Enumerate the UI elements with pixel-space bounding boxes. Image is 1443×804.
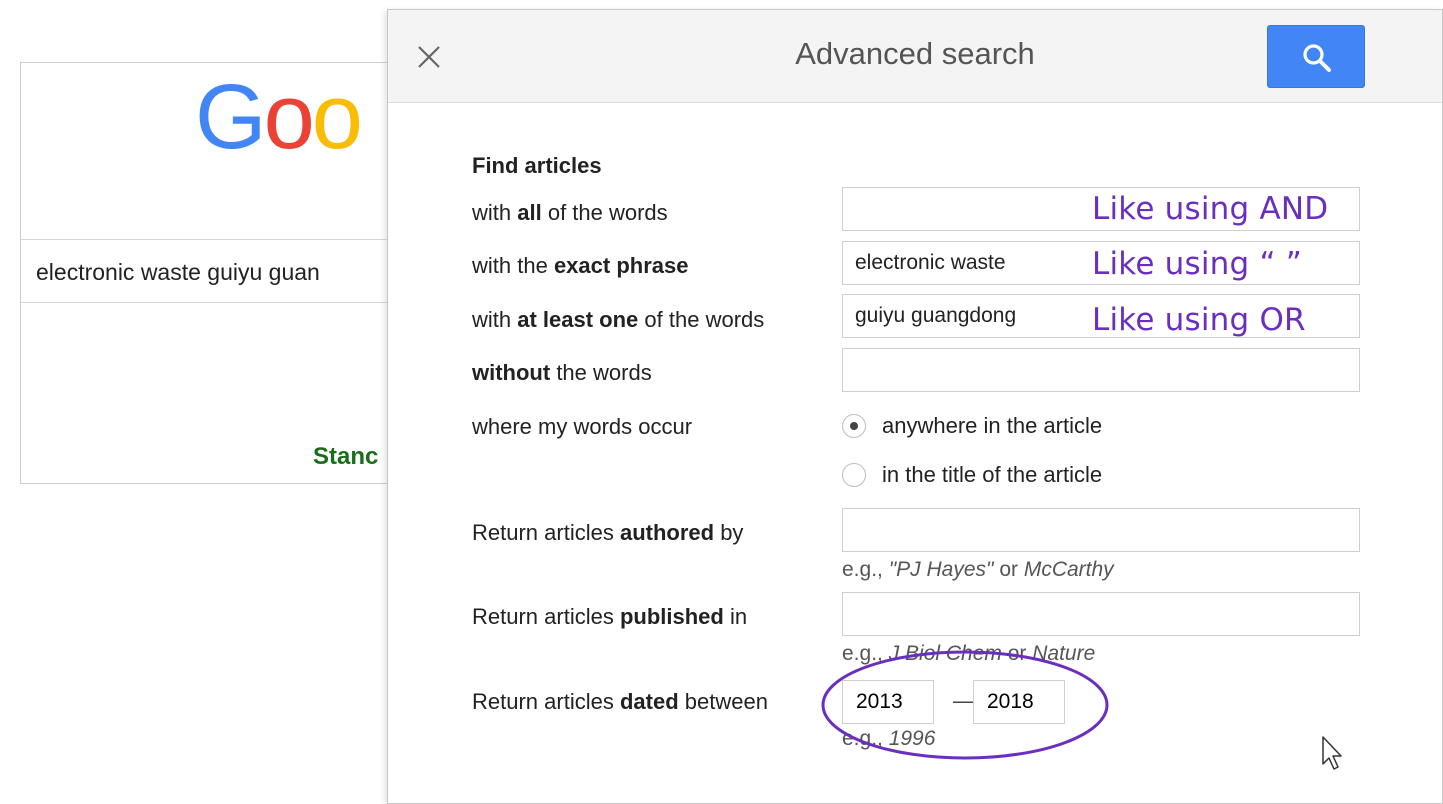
at-least-one-label-post: of the words: [638, 307, 765, 332]
year-from-input[interactable]: [842, 680, 934, 724]
logo-letter-g: G: [195, 66, 267, 168]
dated-hint-ex1: 1996: [888, 727, 936, 750]
radio-title-label: in the title of the article: [882, 462, 1103, 487]
annotation-and: Like using AND: [1092, 191, 1329, 227]
find-articles-heading: Find articles: [472, 153, 602, 178]
logo-letter-o1: o: [263, 66, 315, 168]
year-separator: —: [953, 688, 975, 713]
without-words-label: without the words: [472, 360, 652, 386]
radio-anywhere-button[interactable]: [842, 414, 866, 438]
annotation-or: Like using OR: [1092, 302, 1306, 338]
radio-anywhere-label: anywhere in the article: [882, 413, 1103, 438]
dated-label-bold: dated: [619, 689, 679, 714]
all-words-label: with all of the words: [472, 200, 668, 226]
dated-label-post: between: [678, 689, 768, 714]
background-scholar-page: Goo electronic waste guiyu guan Stanc: [20, 62, 442, 484]
exact-phrase-label: with the exact phrase: [472, 253, 688, 279]
logo-letter-o2: o: [311, 66, 363, 168]
authored-label: Return articles authored by: [472, 520, 743, 546]
background-search-input[interactable]: electronic waste guiyu guan: [21, 239, 419, 303]
background-link[interactable]: Stanc: [313, 443, 378, 471]
without-words-input[interactable]: [842, 348, 1360, 392]
dated-hint-prefix: e.g.,: [842, 727, 889, 750]
all-words-label-pre: with: [472, 200, 518, 225]
published-hint-mid: or: [1001, 642, 1033, 665]
authored-label-pre: Return articles: [472, 520, 620, 545]
dated-label: Return articles dated between: [472, 689, 768, 715]
all-words-label-bold: all: [517, 200, 542, 225]
all-words-label-post: of the words: [541, 200, 668, 225]
dated-label-pre: Return articles: [472, 689, 620, 714]
occur-label: where my words occur: [472, 414, 693, 439]
annotation-quotes: Like using “ ”: [1092, 246, 1303, 282]
published-hint: e.g., J Biol Chem or Nature: [842, 642, 1095, 666]
authored-hint-mid: or: [993, 558, 1024, 581]
at-least-one-label: with at least one of the words: [472, 307, 764, 333]
authored-hint: e.g., "PJ Hayes" or McCarthy: [842, 558, 1114, 582]
published-hint-ex2: Nature: [1032, 642, 1096, 665]
authored-hint-ex1: "PJ Hayes": [888, 558, 994, 581]
published-label-bold: published: [619, 604, 724, 629]
authored-input[interactable]: [842, 508, 1360, 552]
without-words-label-post: the words: [550, 360, 652, 385]
search-icon: [1303, 44, 1331, 72]
dated-hint: e.g., 1996: [842, 727, 935, 751]
advanced-search-dialog: Advanced search Find articles with all o…: [387, 9, 1443, 804]
search-button[interactable]: [1267, 25, 1365, 88]
authored-hint-ex2: McCarthy: [1023, 558, 1114, 581]
published-hint-prefix: e.g.,: [842, 642, 889, 665]
authored-label-bold: authored: [619, 520, 715, 545]
authored-hint-prefix: e.g.,: [842, 558, 889, 581]
published-hint-ex1: J Biol Chem: [888, 642, 1002, 665]
google-scholar-logo: Goo: [195, 71, 363, 163]
at-least-one-label-bold: at least one: [517, 307, 639, 332]
dialog-header: Advanced search: [388, 10, 1442, 103]
published-label-post: in: [723, 604, 748, 629]
published-label-pre: Return articles: [472, 604, 620, 629]
radio-title-button[interactable]: [842, 463, 866, 487]
exact-phrase-label-pre: with the: [472, 253, 554, 278]
without-words-label-bold: without: [472, 360, 551, 385]
published-input[interactable]: [842, 592, 1360, 636]
at-least-one-label-pre: with: [472, 307, 518, 332]
authored-label-post: by: [714, 520, 744, 545]
year-to-input[interactable]: [973, 680, 1065, 724]
published-label: Return articles published in: [472, 604, 747, 630]
exact-phrase-label-bold: exact phrase: [553, 253, 689, 278]
mouse-cursor-icon: [1322, 736, 1342, 770]
